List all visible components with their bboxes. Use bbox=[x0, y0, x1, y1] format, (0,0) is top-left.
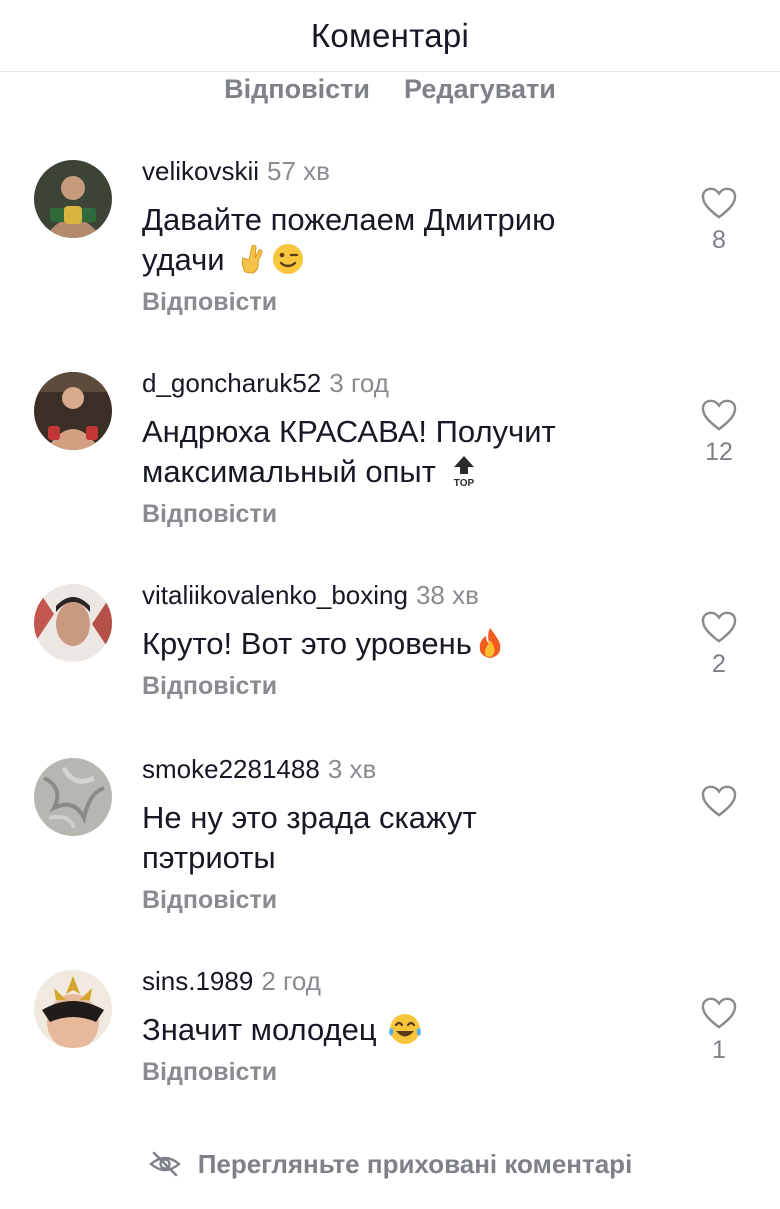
like-button[interactable]: 2 bbox=[696, 610, 742, 680]
avatar[interactable] bbox=[34, 970, 112, 1048]
comment-time: 57 хв bbox=[267, 156, 330, 186]
username[interactable]: smoke2281488 bbox=[142, 754, 320, 784]
comment-line: Значит молодец bbox=[142, 1012, 377, 1047]
comment-text: Не ну это зрада скажут пэтриоты bbox=[142, 798, 642, 878]
like-count: 2 bbox=[712, 650, 726, 678]
heart-icon bbox=[701, 611, 737, 643]
username[interactable]: d_goncharuk52 bbox=[142, 368, 321, 398]
comment-line: Андрюха КРАСАВА! Получит bbox=[142, 414, 556, 449]
reply-button[interactable]: Відповісти bbox=[142, 672, 277, 701]
page-title: Коментарі bbox=[310, 16, 470, 54]
avatar[interactable] bbox=[34, 160, 112, 238]
edit-action-button[interactable]: Редагувати bbox=[404, 74, 556, 108]
comment-time: 38 хв bbox=[415, 580, 479, 610]
crossed-fingers-emoji bbox=[235, 242, 269, 286]
like-button[interactable]: 12 bbox=[696, 398, 742, 468]
comment-user: vitaliikovalenko_boxing 38 хв bbox=[142, 580, 479, 611]
comment-time: 3 хв bbox=[327, 754, 377, 784]
comment-text: Андрюха КРАСАВА! Получит максимальный оп… bbox=[142, 412, 642, 498]
comment-user: smoke2281488 3 хв bbox=[142, 754, 376, 785]
comment-user: velikovskii 57 хв bbox=[142, 156, 330, 187]
hidden-comments-label: Перегляньте приховані коментарі bbox=[197, 1148, 633, 1179]
heart-icon bbox=[701, 187, 737, 219]
like-count: 8 bbox=[712, 226, 726, 254]
reply-button[interactable]: Відповісти bbox=[142, 1058, 277, 1087]
wink-emoji bbox=[271, 242, 305, 286]
comment-line: максимальный опыт bbox=[142, 454, 436, 489]
fire-emoji bbox=[474, 626, 506, 670]
username[interactable]: sins.1989 bbox=[142, 966, 253, 996]
comment-line: удачи bbox=[142, 242, 225, 277]
comment-text: Круто! Вот это уровень bbox=[142, 624, 642, 670]
view-hidden-comments-button[interactable]: Перегляньте приховані коментарі bbox=[0, 1144, 780, 1184]
comment-text: Значит молодец bbox=[142, 1010, 642, 1056]
username[interactable]: velikovskii bbox=[142, 156, 259, 186]
comment-time: 3 год bbox=[329, 368, 389, 398]
comment-line: Давайте пожелаем Дмитрию bbox=[142, 202, 556, 237]
heart-icon bbox=[701, 997, 737, 1029]
comments-header: Коментарі bbox=[0, 0, 780, 72]
reply-button[interactable]: Відповісти bbox=[142, 500, 277, 529]
like-button[interactable]: 8 bbox=[696, 186, 742, 256]
avatar[interactable] bbox=[34, 372, 112, 450]
comment-user: d_goncharuk52 3 год bbox=[142, 368, 389, 399]
avatar[interactable] bbox=[34, 584, 112, 662]
heart-icon bbox=[701, 399, 737, 431]
like-count: 1 bbox=[712, 1036, 726, 1064]
like-count bbox=[696, 824, 742, 854]
comment-text: Давайте пожелаем Дмитрию удачи bbox=[142, 200, 642, 286]
comment-line: Не ну это зрада скажут bbox=[142, 800, 477, 835]
tears-of-joy-emoji bbox=[387, 1012, 423, 1056]
top-arrow-emoji: TOP bbox=[447, 454, 481, 498]
comment-user: sins.1989 2 год bbox=[142, 966, 321, 997]
comment-time: 2 год bbox=[261, 966, 321, 996]
reply-button[interactable]: Відповісти bbox=[142, 886, 277, 915]
like-count: 12 bbox=[705, 438, 733, 466]
top-actions: Відповісти Редагувати bbox=[0, 74, 780, 108]
username[interactable]: vitaliikovalenko_boxing bbox=[142, 580, 408, 610]
like-button[interactable] bbox=[696, 784, 742, 854]
comment-line: Круто! Вот это уровень bbox=[142, 626, 472, 661]
reply-action-button[interactable]: Відповісти bbox=[224, 74, 370, 108]
reply-button[interactable]: Відповісти bbox=[142, 288, 277, 317]
avatar[interactable] bbox=[34, 758, 112, 836]
eye-off-icon bbox=[148, 1151, 181, 1177]
like-button[interactable]: 1 bbox=[696, 996, 742, 1066]
heart-icon bbox=[701, 785, 737, 817]
svg-text:TOP: TOP bbox=[453, 478, 474, 488]
comment-line: пэтриоты bbox=[142, 840, 276, 875]
